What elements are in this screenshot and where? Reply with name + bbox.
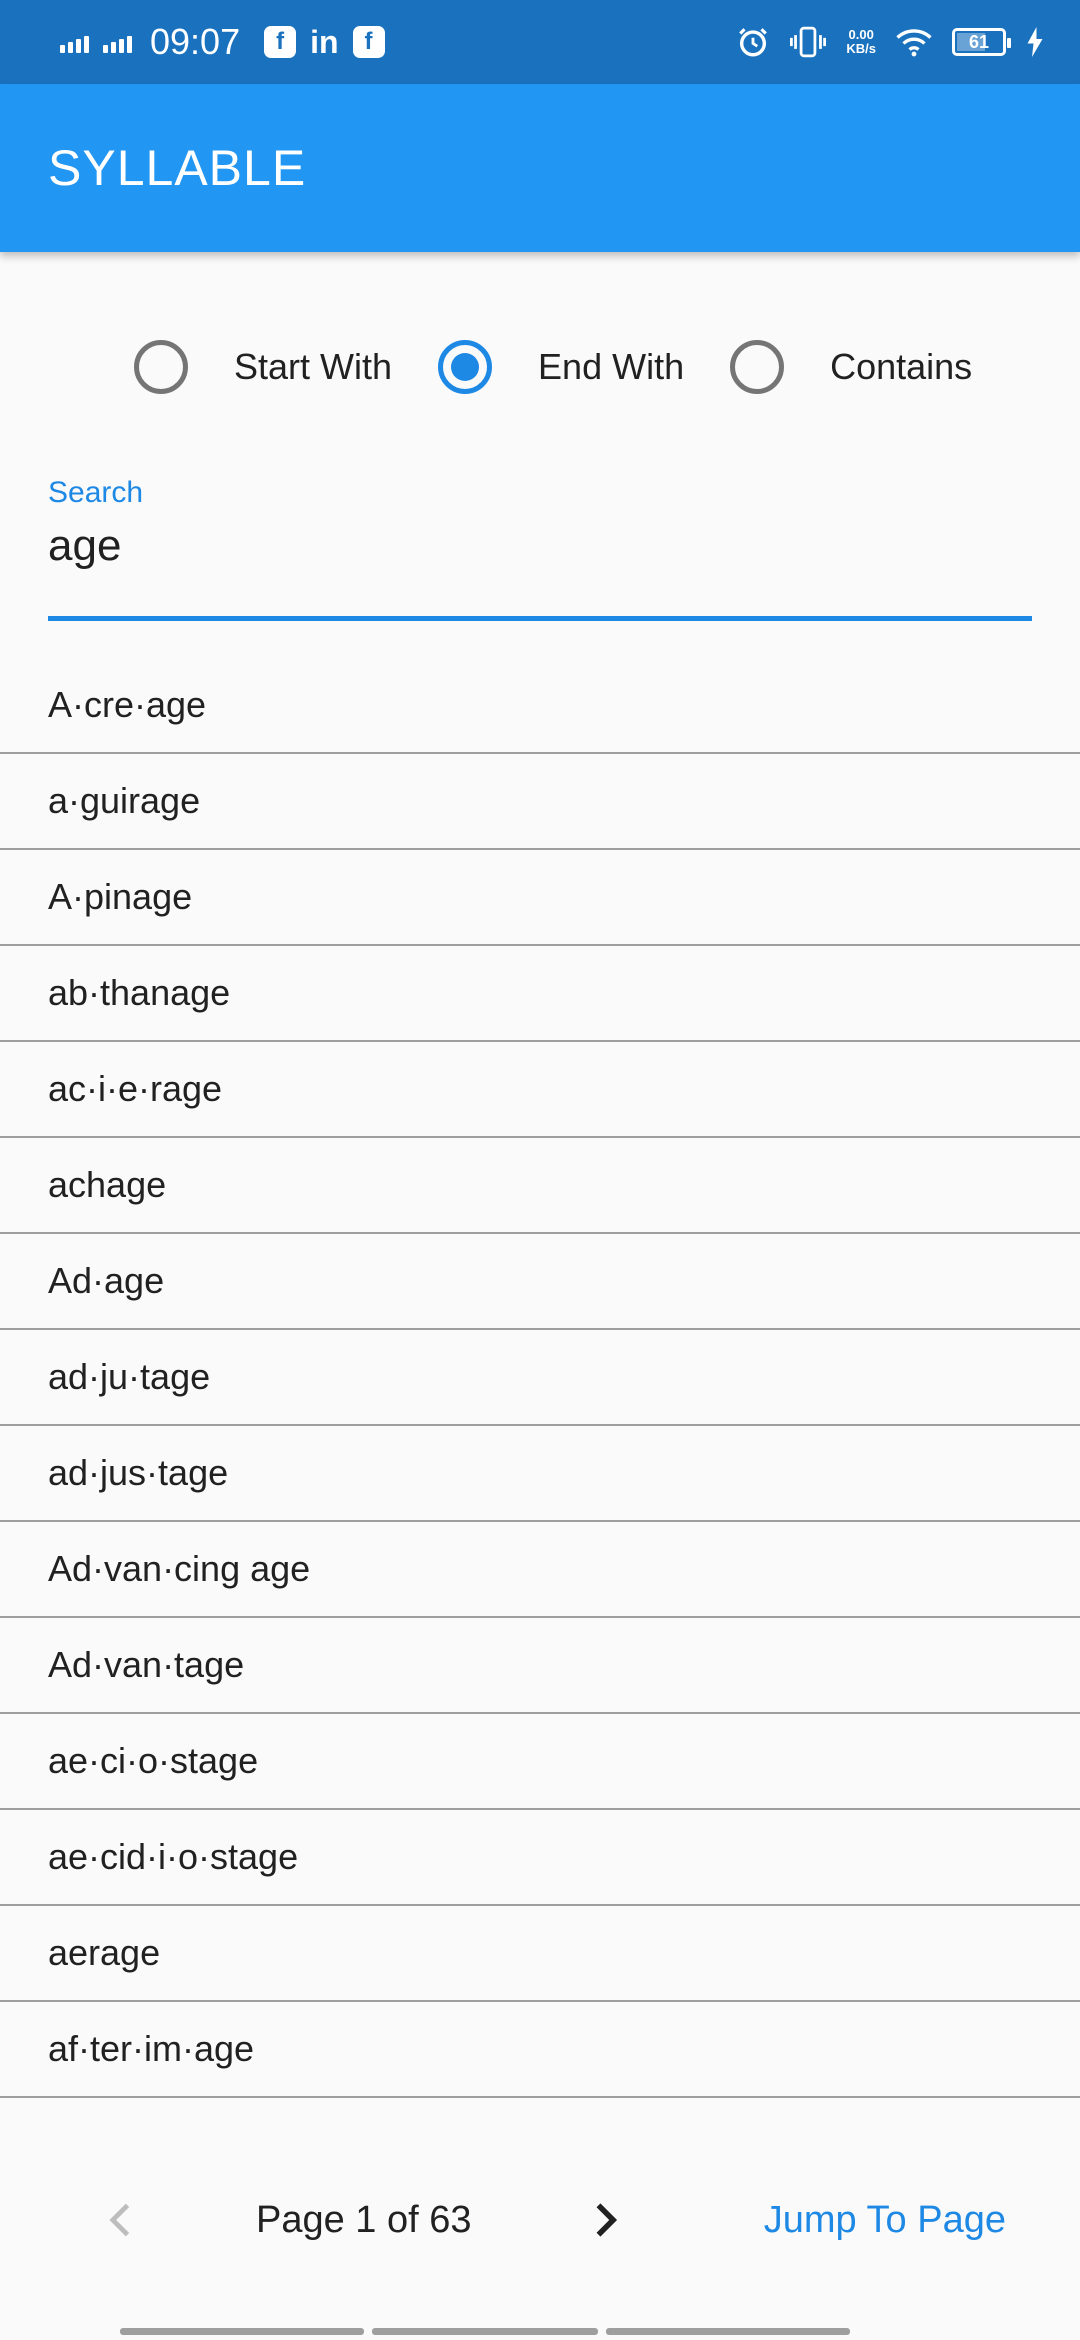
app-title: SYLLABLE bbox=[48, 140, 307, 196]
search-input[interactable] bbox=[48, 518, 1032, 574]
jump-to-page-button[interactable]: Jump To Page bbox=[764, 2199, 1006, 2242]
search-underline bbox=[48, 616, 1032, 621]
list-item[interactable]: Ad·van·tage bbox=[0, 1618, 1080, 1714]
vibrate-icon bbox=[790, 26, 827, 58]
status-right: 0.00 KB/s 61 bbox=[736, 25, 1044, 59]
battery-icon: 61 bbox=[952, 28, 1011, 56]
radio-label-start-with[interactable]: Start With bbox=[234, 346, 392, 388]
chevron-left-icon[interactable] bbox=[100, 2198, 144, 2242]
list-item[interactable]: Ad·van·cing age bbox=[0, 1522, 1080, 1618]
list-item[interactable]: a·guirage bbox=[0, 754, 1080, 850]
network-speed-unit: KB/s bbox=[846, 41, 876, 56]
status-time: 09:07 bbox=[150, 21, 241, 62]
facebook-icon: f bbox=[352, 26, 385, 58]
alarm-icon bbox=[739, 28, 768, 57]
list-item[interactable]: ab·thanage bbox=[0, 946, 1080, 1042]
nav-handle-segment[interactable] bbox=[120, 2328, 364, 2335]
signal-icon bbox=[103, 31, 132, 53]
search-label: Search bbox=[48, 476, 144, 509]
list-item[interactable]: ad·jus·tage bbox=[0, 1426, 1080, 1522]
system-nav-bar bbox=[120, 2328, 850, 2335]
search-field: Search bbox=[48, 476, 1032, 621]
radio-unchecked-icon[interactable] bbox=[134, 340, 188, 394]
search-mode-radio-group: Start With End With Contains bbox=[134, 340, 972, 394]
pagination: Page 1 of 63 Jump To Page bbox=[0, 2180, 1080, 2260]
radio-checked-icon[interactable] bbox=[438, 340, 493, 394]
radio-label-contains[interactable]: Contains bbox=[830, 346, 972, 388]
nav-handle-segment[interactable] bbox=[372, 2328, 598, 2335]
list-item[interactable]: A·pinage bbox=[0, 850, 1080, 946]
list-item[interactable]: aerage bbox=[0, 1906, 1080, 2002]
radio-end-with[interactable]: End With bbox=[438, 340, 684, 394]
status-bar: 09:07 f in f 0.00 KB/s 61 bbox=[0, 0, 1080, 84]
signal-icon bbox=[60, 31, 89, 53]
list-item[interactable]: ae·ci·o·stage bbox=[0, 1714, 1080, 1810]
linkedin-icon: in bbox=[310, 23, 339, 60]
wifi-icon bbox=[896, 29, 932, 57]
status-left: 09:07 f in f bbox=[60, 21, 385, 63]
list-item[interactable]: Ad·age bbox=[0, 1234, 1080, 1330]
network-speed: 0.00 KB/s bbox=[846, 28, 876, 56]
chevron-right-icon[interactable] bbox=[582, 2198, 626, 2242]
charging-icon bbox=[1027, 27, 1043, 57]
page-indicator: Page 1 of 63 bbox=[256, 2198, 472, 2241]
nav-handle-segment[interactable] bbox=[606, 2328, 850, 2335]
list-item[interactable]: af·ter·im·age bbox=[0, 2002, 1080, 2098]
radio-start-with[interactable]: Start With bbox=[134, 340, 392, 394]
app-bar: SYLLABLE bbox=[0, 84, 1080, 252]
network-speed-value: 0.00 bbox=[848, 27, 874, 42]
list-item[interactable]: ad·ju·tage bbox=[0, 1330, 1080, 1426]
radio-unchecked-icon[interactable] bbox=[730, 340, 785, 394]
list-item[interactable]: ac·i·e·rage bbox=[0, 1042, 1080, 1138]
radio-label-end-with[interactable]: End With bbox=[538, 346, 684, 388]
battery-level: 61 bbox=[968, 31, 990, 52]
list-item[interactable]: A·cre·age bbox=[0, 658, 1080, 754]
list-item[interactable]: achage bbox=[0, 1138, 1080, 1234]
facebook-icon: f bbox=[264, 26, 297, 58]
list-item[interactable]: ae·cid·i·o·stage bbox=[0, 1810, 1080, 1906]
word-list: A·cre·age a·guirage A·pinage ab·thanage … bbox=[0, 658, 1080, 2098]
radio-contains[interactable]: Contains bbox=[730, 340, 972, 394]
